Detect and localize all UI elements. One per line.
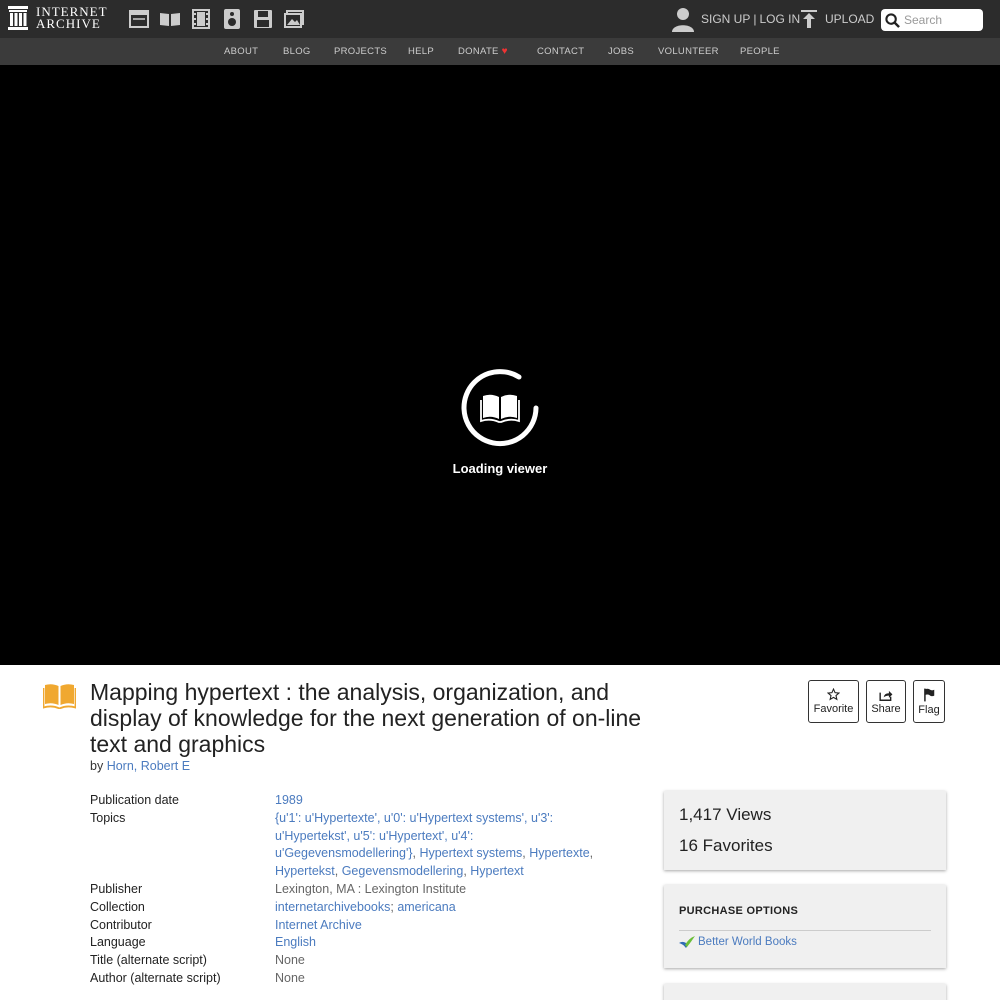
language-link[interactable]: English — [275, 935, 316, 949]
texts-book-icon — [43, 684, 76, 709]
publication-date-label: Publication date — [90, 793, 179, 807]
share-label: Share — [871, 702, 901, 715]
flag-icon — [924, 688, 935, 701]
item-byline: by Horn, Robert E — [90, 759, 190, 773]
title-alt-value: None — [275, 953, 305, 968]
topics-label: Topics — [90, 810, 126, 825]
logo-line-2: ARCHIVE — [36, 16, 101, 31]
collection-label: Collection — [90, 899, 145, 914]
software-icon[interactable] — [252, 9, 274, 29]
favorites-stat: 16 Favorites — [679, 836, 931, 856]
metadata-row-publication-date: Publication date 1989 — [90, 792, 630, 810]
secondary-nav: ABOUT BLOG PROJECTS HELP DONATE ♥ CONTAC… — [0, 38, 1000, 65]
contributor-link[interactable]: Internet Archive — [275, 918, 362, 932]
sidebar-panel-partial — [664, 984, 946, 1000]
images-icon[interactable] — [283, 9, 305, 29]
favorite-label: Favorite — [813, 703, 854, 715]
video-icon[interactable] — [190, 9, 212, 29]
search-icon[interactable] — [885, 12, 900, 28]
archive-building-icon — [8, 6, 28, 30]
internet-archive-logo[interactable]: INTERNET ARCHIVE — [8, 5, 108, 31]
star-icon — [827, 688, 840, 701]
item-metadata: Publication date 1989 Topics {u'1': u'Hy… — [90, 792, 630, 988]
metadata-row-collection: Collection internetarchivebooks; america… — [90, 899, 630, 917]
search-input[interactable] — [904, 13, 980, 27]
loading-viewer-text: Loading viewer — [452, 461, 548, 476]
favorites-label: Favorites — [702, 836, 773, 855]
nav-people[interactable]: PEOPLE — [740, 46, 780, 57]
book-viewer[interactable]: Loading viewer — [0, 65, 1000, 665]
upload-button[interactable]: UPLOAD — [800, 9, 874, 29]
topic-link[interactable]: Hypertext — [470, 864, 524, 878]
media-type-nav — [128, 9, 314, 29]
topic-link[interactable]: Hypertexte — [529, 846, 589, 860]
nav-contact[interactable]: CONTACT — [537, 46, 584, 57]
metadata-row-contributor: Contributor Internet Archive — [90, 917, 630, 935]
upload-icon — [801, 10, 817, 28]
metadata-row-language: Language English — [90, 934, 630, 952]
author-alt-value: None — [275, 970, 305, 985]
log-in-link[interactable]: LOG IN — [759, 12, 800, 26]
title-alt-label: Title (alternate script) — [90, 953, 207, 968]
favorite-button[interactable]: Favorite — [808, 680, 859, 723]
account-area: SIGN UP | LOG IN — [671, 6, 800, 32]
by-label: by — [90, 759, 104, 773]
favorites-count: 16 — [679, 836, 698, 855]
contributor-label: Contributor — [90, 917, 152, 932]
views-stat: 1,417 Views — [679, 805, 931, 825]
collection-link[interactable]: americana — [397, 900, 455, 914]
item-actions: Favorite Share Flag — [808, 680, 952, 723]
user-avatar-icon[interactable] — [671, 6, 695, 32]
heart-icon: ♥ — [501, 46, 508, 57]
better-world-books-option: Better World Books — [679, 936, 931, 948]
author-link[interactable]: Horn, Robert E — [107, 759, 190, 773]
language-label: Language — [90, 935, 146, 950]
metadata-row-title-alt: Title (alternate script) None — [90, 952, 630, 970]
nav-projects[interactable]: PROJECTS — [334, 46, 387, 57]
sign-up-link[interactable]: SIGN UP — [701, 12, 750, 26]
publisher-label: Publisher — [90, 881, 143, 896]
share-icon — [879, 690, 893, 701]
loading-spinner-icon — [461, 369, 539, 447]
better-world-books-icon — [679, 936, 695, 948]
publisher-value: Lexington, MA : Lexington Institute — [275, 881, 467, 896]
web-icon[interactable] — [128, 9, 150, 29]
metadata-row-topics: Topics {u'1': u'Hypertexte', u'0': u'Hyp… — [90, 810, 630, 881]
nav-donate[interactable]: DONATE ♥ — [458, 46, 508, 57]
item-stats-panel: 1,417 Views 16 Favorites — [664, 791, 946, 870]
better-world-books-link[interactable]: Better World Books — [698, 936, 797, 948]
nav-help[interactable]: HELP — [408, 46, 434, 57]
flag-button[interactable]: Flag — [913, 680, 945, 723]
metadata-row-publisher: Publisher Lexington, MA : Lexington Inst… — [90, 881, 630, 899]
purchase-options-title: PURCHASE OPTIONS — [679, 905, 931, 931]
audio-icon[interactable] — [221, 9, 243, 29]
top-bar: INTERNET ARCHIVE SIGN UP | LOG IN UPLOAD… — [0, 0, 1000, 38]
views-count: 1,417 — [679, 805, 722, 824]
collection-link[interactable]: internetarchivebooks — [275, 900, 390, 914]
purchase-options-panel: PURCHASE OPTIONS Better World Books — [664, 885, 946, 968]
nav-volunteer[interactable]: VOLUNTEER — [658, 46, 719, 57]
upload-label: UPLOAD — [825, 12, 875, 26]
nav-blog[interactable]: BLOG — [283, 46, 311, 57]
account-separator: | — [753, 12, 757, 26]
metadata-row-author-alt: Author (alternate script) None — [90, 970, 630, 988]
logo-text: INTERNET ARCHIVE — [36, 5, 108, 31]
publication-date-link[interactable]: 1989 — [275, 793, 303, 807]
topic-link[interactable]: Hypertext systems — [419, 846, 522, 860]
nav-about[interactable]: ABOUT — [224, 46, 258, 57]
topic-link[interactable]: Hypertekst — [275, 864, 335, 878]
views-label: Views — [726, 805, 772, 824]
nav-donate-label: DONATE — [458, 46, 499, 57]
topic-link[interactable]: Gegevensmodellering — [342, 864, 464, 878]
item-title: Mapping hypertext : the analysis, organi… — [90, 679, 642, 757]
share-button[interactable]: Share — [866, 680, 906, 723]
author-alt-label: Author (alternate script) — [90, 970, 221, 985]
texts-icon[interactable] — [159, 9, 181, 29]
nav-jobs[interactable]: JOBS — [608, 46, 634, 57]
flag-label: Flag — [918, 703, 940, 716]
search-box — [881, 9, 983, 31]
